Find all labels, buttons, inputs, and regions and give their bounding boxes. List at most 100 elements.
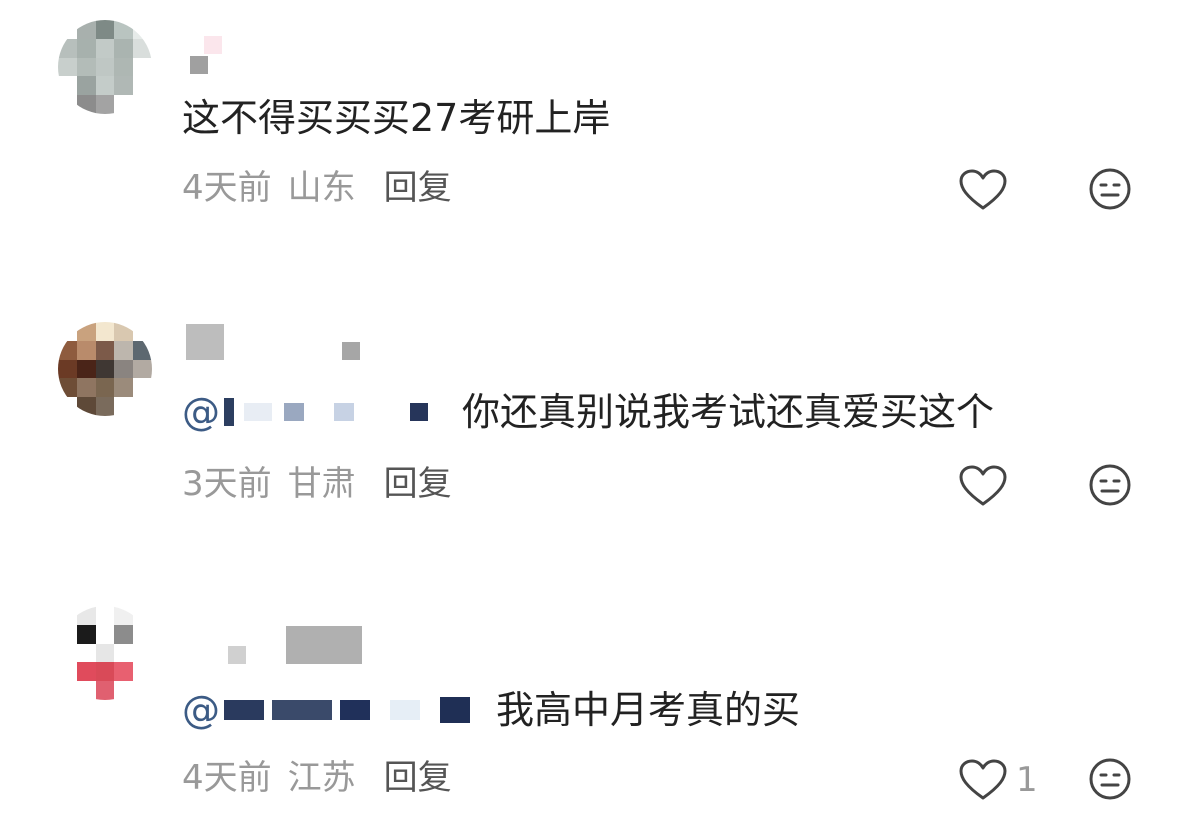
avatar-pixel <box>95 662 115 682</box>
avatar-pixel <box>76 359 96 379</box>
comment-meta: 4天前 山东 回复 <box>182 166 452 210</box>
avatar-pixel <box>133 340 152 360</box>
avatar-pixel <box>114 322 134 341</box>
avatar-pixel <box>133 643 152 663</box>
like-button[interactable]: 1 <box>958 758 1038 802</box>
avatar-pixel <box>114 359 134 379</box>
avatar-pixel <box>58 624 77 644</box>
avatar-pixel <box>76 322 96 341</box>
avatar-pixel <box>58 76 77 96</box>
avatar-pixel <box>58 38 77 58</box>
avatar-pixel <box>58 397 77 416</box>
comment-meta: 3天前 甘肃 回复 <box>182 462 452 506</box>
mention-name-redacted <box>224 397 428 427</box>
username-redacted[interactable] <box>186 324 360 360</box>
like-count: 1 <box>1016 760 1038 800</box>
avatar-pixel <box>58 340 77 360</box>
avatar-pixel <box>95 38 115 58</box>
avatar-pixel <box>58 95 77 114</box>
avatar-pixel <box>114 606 134 625</box>
avatar-pixel <box>58 359 77 379</box>
avatar-pixel <box>76 378 96 398</box>
dislike-button[interactable] <box>1088 463 1132 507</box>
mention-link[interactable]: @ <box>182 388 428 436</box>
avatar-pixel <box>76 624 96 644</box>
avatar-pixel <box>58 20 77 39</box>
dislike-button[interactable] <box>1088 757 1132 801</box>
avatar-pixel <box>133 662 152 682</box>
comment-text: @ 我高中月考真的买 <box>182 686 801 734</box>
avatar[interactable] <box>58 606 152 700</box>
avatar-pixel <box>114 624 134 644</box>
avatar-pixel <box>76 681 96 700</box>
avatar-pixel <box>95 681 115 700</box>
avatar-pixel <box>95 606 115 625</box>
avatar-pixel <box>95 643 115 663</box>
avatar-pixel <box>95 397 115 416</box>
avatar-pixel <box>114 662 134 682</box>
neutral-face-icon <box>1088 463 1132 507</box>
avatar-pixel <box>58 378 77 398</box>
username-redacted[interactable] <box>186 36 222 74</box>
avatar-pixel <box>95 95 115 114</box>
mention-name-redacted <box>224 695 470 725</box>
dislike-button[interactable] <box>1088 167 1132 211</box>
avatar-pixel <box>114 340 134 360</box>
avatar-pixel <box>114 643 134 663</box>
comment-location: 江苏 <box>287 758 356 798</box>
avatar-pixel <box>76 76 96 96</box>
heart-outline-icon <box>958 168 1008 212</box>
avatar-pixel <box>95 359 115 379</box>
avatar-pixel <box>76 662 96 682</box>
avatar-pixel <box>133 322 152 341</box>
avatar-pixel <box>95 378 115 398</box>
avatar-pixel <box>133 20 152 39</box>
heart-outline-icon <box>958 464 1008 508</box>
avatar-pixel <box>114 378 134 398</box>
like-button[interactable] <box>958 168 1016 212</box>
avatar-pixel <box>95 57 115 77</box>
avatar-pixel <box>58 606 77 625</box>
avatar-pixel <box>133 38 152 58</box>
avatar-pixel <box>76 606 96 625</box>
avatar[interactable] <box>58 20 152 114</box>
avatar-pixel <box>95 624 115 644</box>
comment-location: 甘肃 <box>287 464 356 504</box>
avatar-pixel <box>114 38 134 58</box>
comment-list: 这不得买买买27考研上岸 4天前 山东 回复 @ 你还真别说我考试还真爱买这个 … <box>0 0 1200 828</box>
avatar-pixel <box>76 95 96 114</box>
avatar-pixel <box>133 95 152 114</box>
avatar-pixel <box>76 20 96 39</box>
avatar-pixel <box>133 378 152 398</box>
avatar-pixel <box>133 76 152 96</box>
like-button[interactable] <box>958 464 1016 508</box>
comment-time: 4天前 <box>182 168 272 208</box>
avatar-pixel <box>114 397 134 416</box>
reply-button[interactable]: 回复 <box>384 166 452 210</box>
mention-link[interactable]: @ <box>182 686 470 734</box>
comment-meta: 4天前 江苏 回复 <box>182 756 452 800</box>
avatar-pixel <box>114 57 134 77</box>
comment-text: 这不得买买买27考研上岸 <box>182 96 611 140</box>
heart-outline-icon <box>958 758 1008 802</box>
avatar-pixel <box>58 662 77 682</box>
avatar-pixel <box>95 76 115 96</box>
avatar-pixel <box>133 681 152 700</box>
reply-button[interactable]: 回复 <box>384 756 452 800</box>
avatar[interactable] <box>58 322 152 416</box>
avatar-pixel <box>76 397 96 416</box>
avatar-pixel <box>58 322 77 341</box>
avatar-pixel <box>58 643 77 663</box>
neutral-face-icon <box>1088 167 1132 211</box>
avatar-pixel <box>133 57 152 77</box>
avatar-pixel <box>133 359 152 379</box>
avatar-pixel <box>95 20 115 39</box>
avatar-pixel <box>133 397 152 416</box>
avatar-pixel <box>76 38 96 58</box>
avatar-pixel <box>114 20 134 39</box>
reply-button[interactable]: 回复 <box>384 462 452 506</box>
comment-time: 3天前 <box>182 464 272 504</box>
comment-text: @ 你还真别说我考试还真爱买这个 <box>182 388 995 436</box>
avatar-pixel <box>95 322 115 341</box>
comment-location: 山东 <box>287 168 356 208</box>
